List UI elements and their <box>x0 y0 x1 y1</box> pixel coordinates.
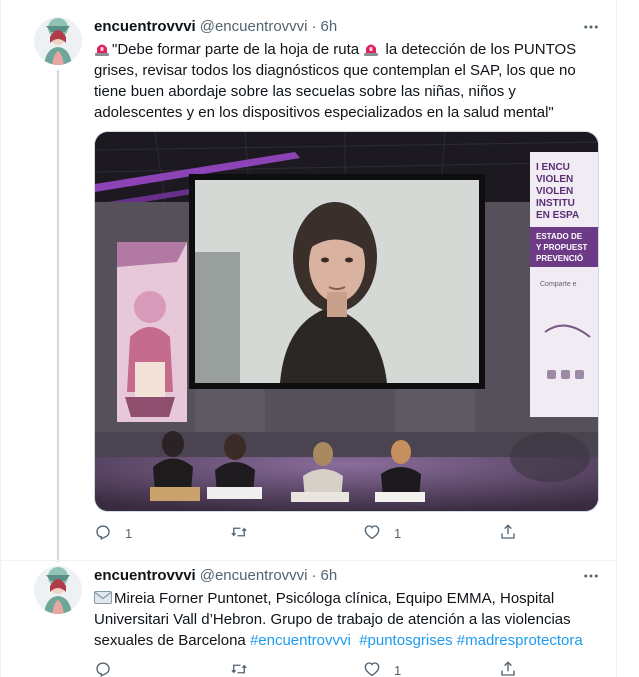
reply-button[interactable] <box>94 660 125 677</box>
avatar[interactable] <box>34 17 82 65</box>
author-name[interactable]: encuentrovvvi <box>94 566 196 586</box>
heart-icon <box>363 660 381 677</box>
avatar[interactable] <box>34 566 82 614</box>
author-handle[interactable]: @encuentrovvvi <box>200 566 308 586</box>
reply-count: 1 <box>125 525 133 541</box>
hashtag-link[interactable]: #encuentrovvvi <box>250 632 351 649</box>
like-button[interactable]: 1 <box>363 523 401 543</box>
tweet-text: Mireia Forner Puntonet, Psicóloga clínic… <box>94 588 599 651</box>
sign-text: ESTADO DE <box>536 232 583 241</box>
hashtag-link[interactable]: #puntosgrises <box>359 632 452 649</box>
reply-icon <box>94 523 112 544</box>
timestamp[interactable]: 6h <box>321 566 338 586</box>
sign-text: Comparte e <box>540 281 577 288</box>
share-button[interactable] <box>499 660 517 677</box>
tweet-text-part: "Debe formar parte de la hoja de ruta <box>112 41 364 58</box>
tweet-actions: 1 1 <box>94 523 599 543</box>
like-button[interactable]: 1 <box>363 660 401 677</box>
hashtag-link[interactable]: #madresprotectora <box>457 632 583 649</box>
retweet-icon <box>230 523 248 544</box>
tweet-text: "Debe formar parte de la hoja de ruta la… <box>94 39 599 123</box>
retweet-button[interactable] <box>230 523 261 543</box>
sign-text: EN ESPA <box>536 210 579 221</box>
retweet-icon <box>230 660 248 677</box>
author-handle[interactable]: @encuentrovvvi <box>200 17 308 37</box>
share-icon <box>499 660 517 677</box>
reply-icon <box>94 660 112 677</box>
sign-text: VIOLEN <box>536 174 573 185</box>
siren-icon <box>363 41 379 56</box>
tweet-header: encuentrovvvi @encuentrovvvi · 6h <box>94 566 337 586</box>
share-button[interactable] <box>499 523 517 543</box>
share-icon <box>499 523 517 544</box>
like-count: 1 <box>394 662 402 677</box>
separator-dot: · <box>311 18 317 35</box>
reply-button[interactable]: 1 <box>94 523 132 543</box>
sign-text: VIOLEN <box>536 186 573 197</box>
tweet-photo[interactable]: I ENCU VIOLEN VIOLEN INSTITU EN ESPA EST… <box>94 131 599 512</box>
tweet[interactable]: encuentrovvvi @encuentrovvvi · 6h Mireia… <box>0 562 617 677</box>
tweet-actions: 1 <box>94 660 599 677</box>
conference-stage-photo: I ENCU VIOLEN VIOLEN INSTITU EN ESPA EST… <box>95 132 598 511</box>
timestamp[interactable]: 6h <box>321 17 338 37</box>
sign-text: INSTITU <box>536 198 575 209</box>
sign-text: I ENCU <box>536 162 570 173</box>
sign-text: PREVENCIÓ <box>536 254 583 263</box>
tweet[interactable]: encuentrovvvi @encuentrovvvi · 6h "Debe … <box>0 0 617 561</box>
tweet-header: encuentrovvvi @encuentrovvvi · 6h <box>94 17 337 37</box>
retweet-button[interactable] <box>230 660 261 677</box>
sign-text: Y PROPUEST <box>536 243 588 252</box>
heart-icon <box>363 523 381 544</box>
siren-icon <box>94 41 110 56</box>
more-icon[interactable] <box>578 566 604 586</box>
separator-dot: · <box>311 567 317 584</box>
author-name[interactable]: encuentrovvvi <box>94 17 196 37</box>
envelope-icon <box>94 589 112 604</box>
more-icon[interactable] <box>578 17 604 37</box>
like-count: 1 <box>394 525 402 541</box>
